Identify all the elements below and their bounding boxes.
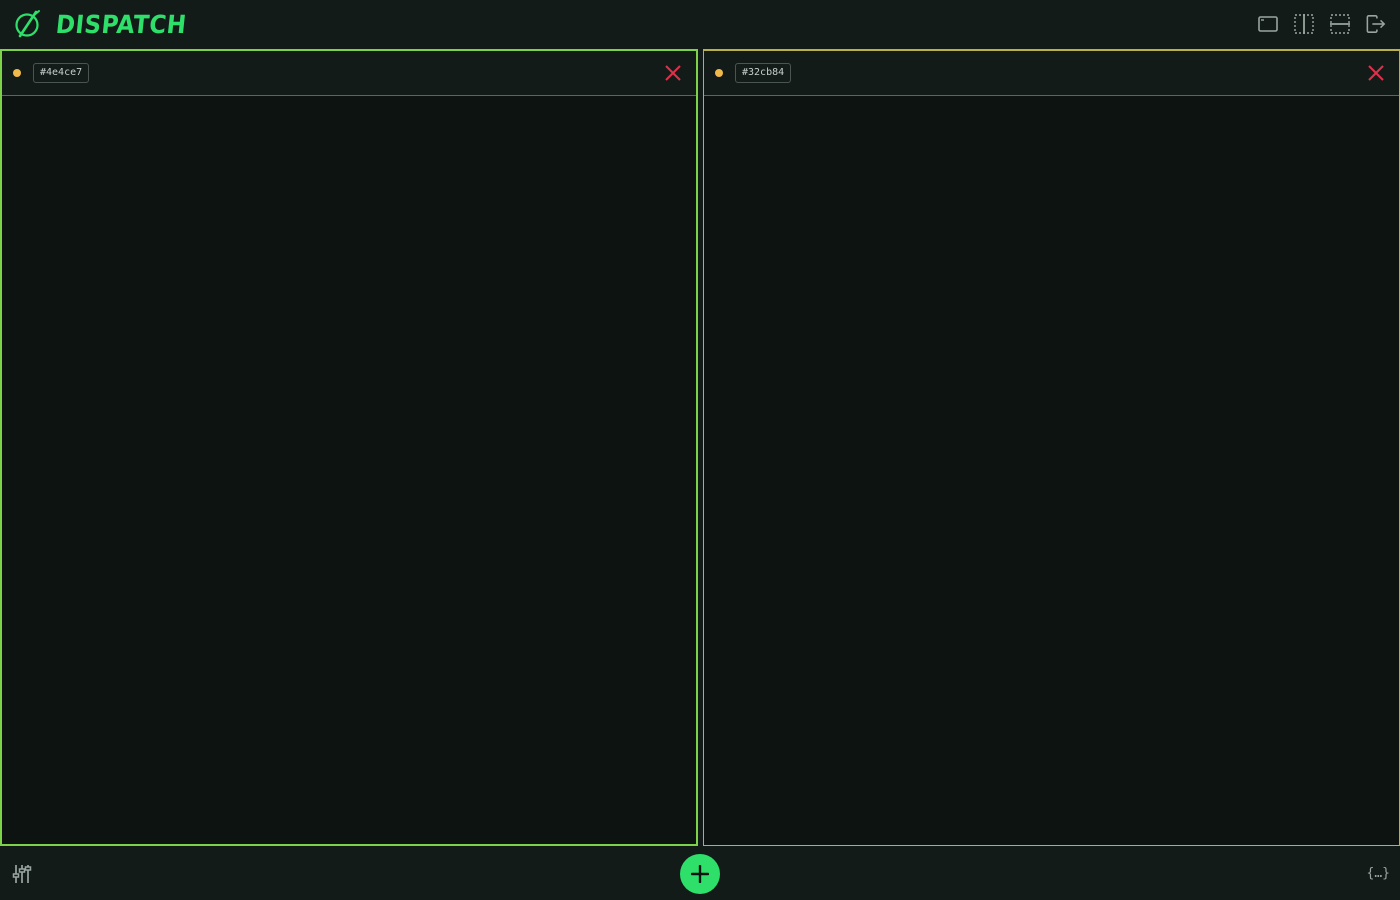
pane-container: #4e4ce7 #32cb84	[0, 49, 1400, 846]
app-root: DISPATCH #4e4ce7 #32cb84 {…}	[0, 0, 1400, 900]
session-id-badge: #4e4ce7	[33, 63, 90, 83]
json-view-button[interactable]: {…}	[1367, 864, 1390, 884]
plus-icon	[691, 865, 709, 883]
add-pane-button[interactable]	[680, 854, 720, 894]
terminal-pane[interactable]: #4e4ce7	[0, 49, 698, 846]
single-layout-icon	[1258, 16, 1278, 32]
close-pane-icon[interactable]	[1367, 64, 1385, 82]
status-indicator	[13, 69, 21, 77]
logo-icon	[15, 10, 40, 38]
status-indicator	[715, 69, 723, 77]
pane-header: #32cb84	[704, 51, 1399, 96]
footer: {…}	[0, 846, 1400, 900]
header: DISPATCH	[0, 0, 1400, 48]
sliders-icon[interactable]	[12, 864, 32, 884]
app-title: DISPATCH	[54, 9, 189, 39]
split-horizontal-icon	[1330, 14, 1350, 34]
terminal-pane[interactable]: #32cb84	[703, 49, 1400, 846]
single-layout-button[interactable]	[1258, 12, 1278, 36]
layout-toolbar	[1258, 12, 1386, 36]
split-vertical-icon	[1294, 14, 1314, 34]
session-id-badge: #32cb84	[735, 63, 792, 83]
brand: DISPATCH	[14, 9, 198, 39]
close-pane-icon[interactable]	[664, 64, 682, 82]
split-vertical-button[interactable]	[1294, 12, 1314, 36]
logout-button[interactable]	[1366, 12, 1386, 36]
pane-header: #4e4ce7	[2, 51, 696, 96]
logout-icon	[1366, 15, 1386, 33]
split-horizontal-button[interactable]	[1330, 12, 1350, 36]
